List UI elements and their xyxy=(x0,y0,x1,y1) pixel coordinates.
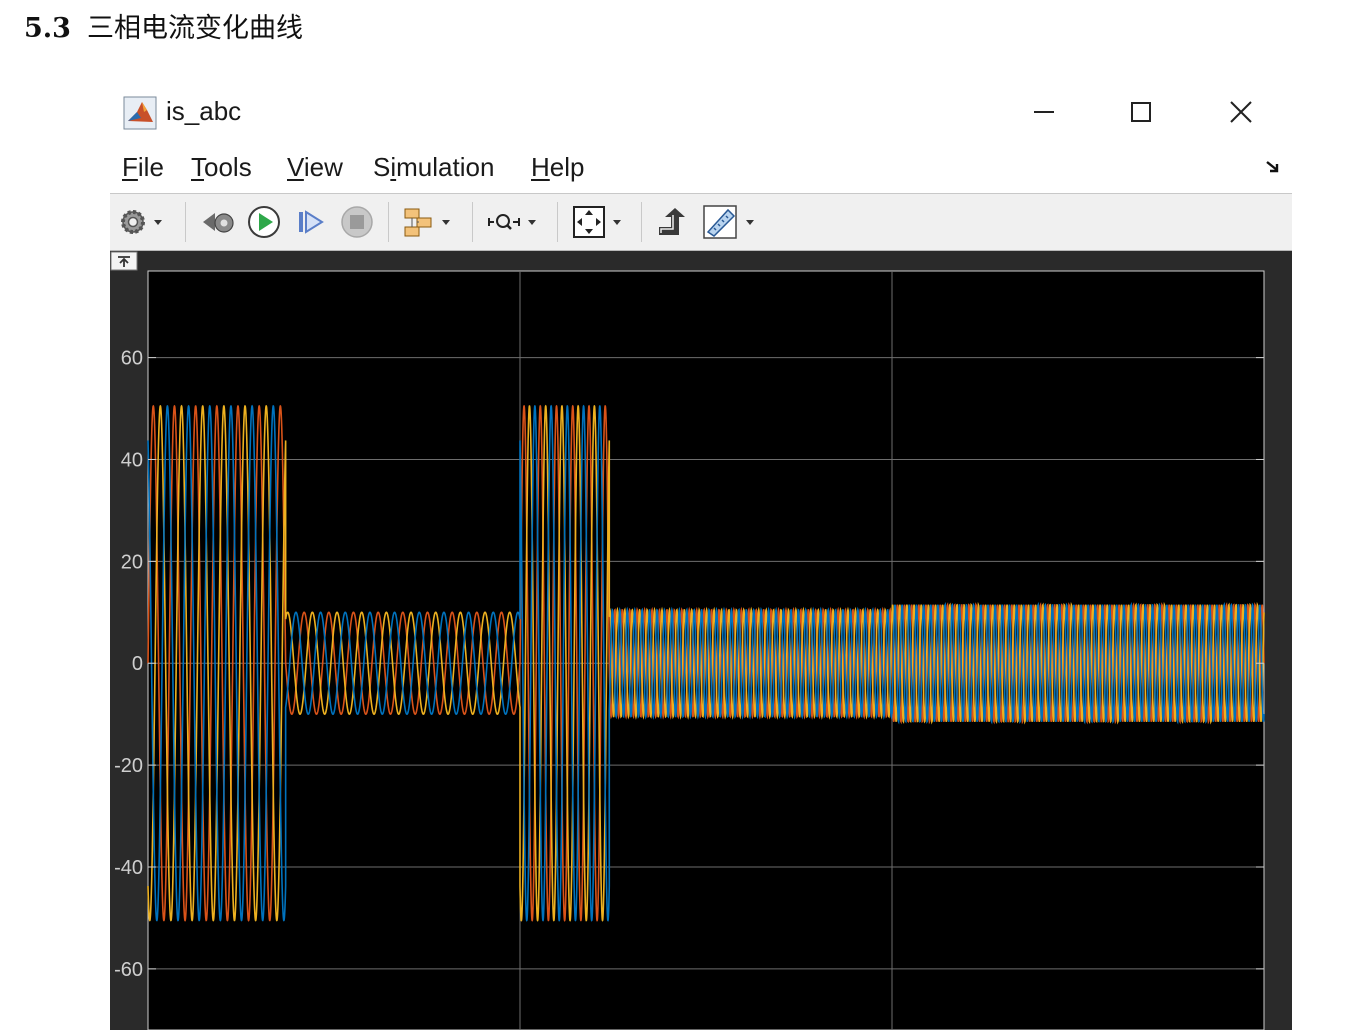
y-tick-label: 40 xyxy=(121,449,143,471)
stop-icon xyxy=(341,206,373,238)
menu-tools-rest: ools xyxy=(204,152,252,182)
run-icon xyxy=(248,206,280,238)
maximize-button[interactable] xyxy=(1117,92,1165,132)
signal-selector-button[interactable] xyxy=(402,204,450,240)
minimize-button[interactable] xyxy=(1020,92,1068,132)
menu-tools[interactable]: Tools xyxy=(191,152,252,183)
step-back-icon xyxy=(203,213,234,233)
measurements-button[interactable] xyxy=(702,204,754,240)
current-plot[interactable]: 60 40 20 0 -20 -40 -60 xyxy=(110,251,1292,1030)
autoscale-button[interactable] xyxy=(571,204,621,240)
gear-icon xyxy=(121,210,145,234)
y-tick-label: 0 xyxy=(132,653,143,675)
step-back-button[interactable] xyxy=(200,204,236,240)
autoscale-icon xyxy=(573,206,605,238)
step-forward-icon xyxy=(299,210,324,234)
measurements-caret xyxy=(746,219,754,225)
y-tick-label: -60 xyxy=(114,959,143,981)
zoom-button[interactable] xyxy=(486,204,536,240)
section-heading: 5.3 三相电流变化曲线 xyxy=(24,6,303,45)
scope-window: is_abc File Tools View Simulation Help 6… xyxy=(110,84,1292,1030)
step-forward-button[interactable] xyxy=(294,204,326,240)
y-tick-label: -20 xyxy=(114,755,143,777)
menu-view-rest: iew xyxy=(303,152,343,182)
gear-caret xyxy=(154,219,162,225)
run-button[interactable] xyxy=(246,204,282,240)
autoscale-caret xyxy=(613,219,621,225)
signal-caret xyxy=(442,219,450,225)
maximize-icon xyxy=(1131,102,1151,122)
close-icon xyxy=(1230,101,1252,123)
y-tick-label: 20 xyxy=(121,551,143,573)
toolbar-separator xyxy=(641,202,642,242)
menu-simulation-s: S xyxy=(373,152,391,182)
y-tick-label: 60 xyxy=(121,348,143,370)
menu-simulation[interactable]: Simulation xyxy=(373,152,494,183)
menu-help[interactable]: Help xyxy=(531,152,584,183)
menu-bar: File Tools View Simulation Help xyxy=(110,142,1292,192)
menu-view[interactable]: View xyxy=(287,152,343,183)
menu-file[interactable]: File xyxy=(122,152,164,183)
toolbar-separator xyxy=(472,202,473,242)
measurements-icon xyxy=(703,205,737,239)
minimize-icon xyxy=(1034,111,1054,113)
highlight-block-button[interactable] xyxy=(655,204,689,240)
zoom-caret xyxy=(528,219,536,225)
menu-help-rest: elp xyxy=(549,152,585,182)
y-tick-label: -40 xyxy=(114,857,143,879)
window-title: is_abc xyxy=(166,96,242,126)
menu-file-rest: ile xyxy=(137,152,164,182)
scope-display[interactable]: 60 40 20 0 -20 -40 -60 xyxy=(110,251,1292,1030)
signal-selector-icon xyxy=(404,208,432,237)
title-bar[interactable]: is_abc xyxy=(110,84,1292,142)
section-title: 三相电流变化曲线 xyxy=(86,13,303,44)
toolbar-separator xyxy=(388,202,389,242)
toolbar-separator xyxy=(185,202,186,242)
toolbar xyxy=(110,193,1292,251)
highlight-block-icon xyxy=(659,208,685,235)
zoom-icon xyxy=(488,214,520,230)
menu-simulation-rest: mulation xyxy=(396,152,495,182)
stop-button[interactable] xyxy=(339,204,375,240)
toolbar-separator xyxy=(557,202,558,242)
undock-arrow-icon[interactable] xyxy=(1264,158,1282,176)
section-number: 5.3 xyxy=(24,13,71,44)
dock-toggle-icon[interactable] xyxy=(110,251,138,271)
configuration-button[interactable] xyxy=(118,204,162,240)
close-button[interactable] xyxy=(1217,92,1265,132)
matlab-app-icon xyxy=(123,96,157,130)
